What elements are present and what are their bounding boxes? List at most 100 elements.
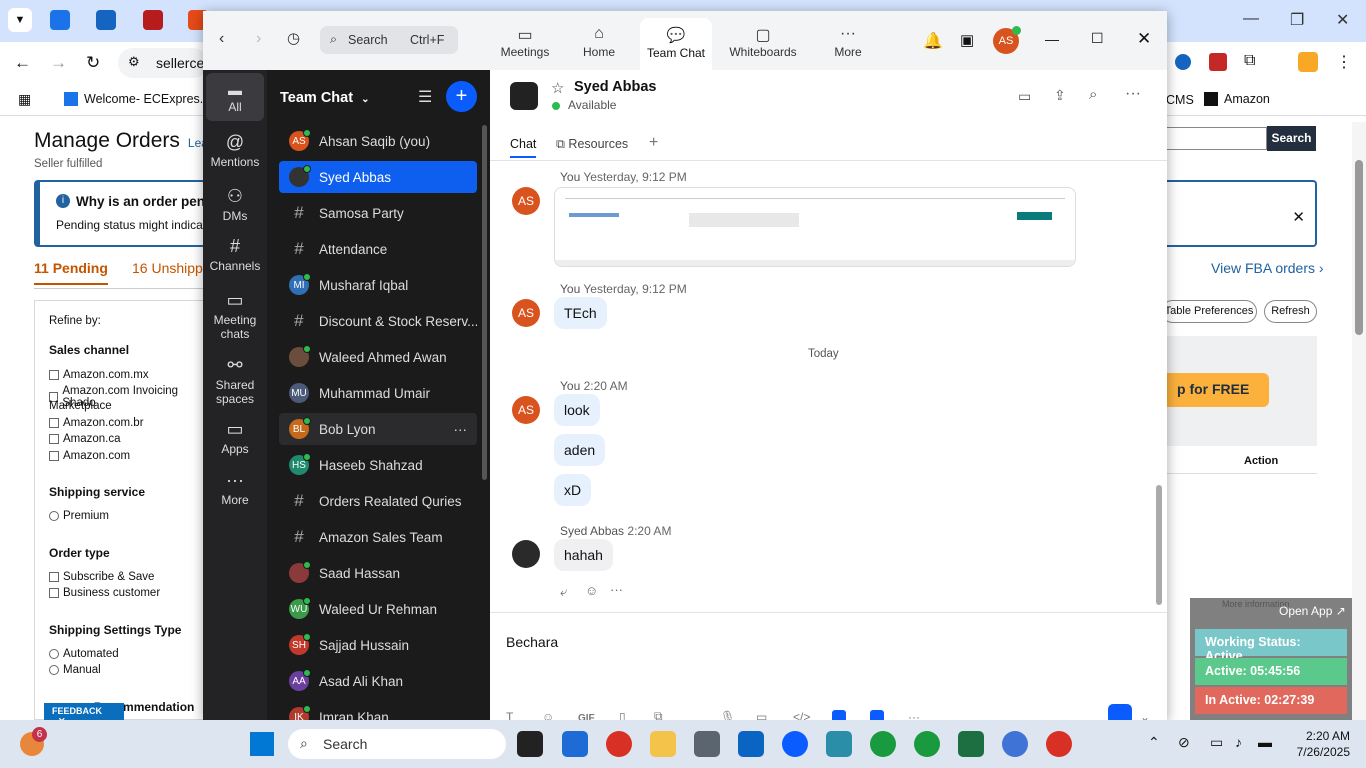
message-bubble[interactable]: look: [554, 394, 600, 426]
zoom-forward-icon[interactable]: ›: [256, 30, 261, 48]
video-call-icon[interactable]: ▭: [1018, 88, 1031, 105]
browser-menu-icon[interactable]: ⋮: [1336, 52, 1352, 72]
refresh-button[interactable]: Refresh: [1264, 300, 1317, 323]
compose-input[interactable]: Bechara: [506, 634, 1146, 650]
network-off-icon[interactable]: ⊘: [1178, 734, 1190, 751]
nav-dms[interactable]: ⚇ DMs: [205, 186, 265, 223]
page-scrollbar-thumb[interactable]: [1355, 160, 1363, 335]
address-bar[interactable]: ⚙ sellerce: [118, 48, 208, 78]
taskbar-search[interactable]: ⌕ Search: [288, 729, 506, 759]
ecexpress-tab-icon[interactable]: [50, 10, 70, 30]
tab-menu-button[interactable]: ▼: [8, 8, 32, 32]
bookmark-amazon[interactable]: Amazon: [1204, 92, 1270, 106]
premium-option[interactable]: Premium: [49, 510, 109, 522]
battery-icon[interactable]: ▬: [1258, 734, 1272, 750]
tab-more[interactable]: ··· More: [833, 25, 863, 59]
nav-mentions[interactable]: @ Mentions: [205, 132, 265, 169]
page-scrollbar[interactable]: [1352, 122, 1366, 720]
chat-list-item[interactable]: MU Muhammad Umair: [279, 377, 477, 409]
shared-screenshot-image[interactable]: [554, 187, 1076, 267]
message-bubble[interactable]: TEch: [554, 297, 607, 329]
new-chat-button[interactable]: +: [446, 81, 477, 112]
tab-team-chat[interactable]: 💬 Team Chat: [640, 18, 712, 70]
zoom-minimize-icon[interactable]: —: [1045, 31, 1059, 47]
store-icon[interactable]: [562, 731, 588, 757]
table-preferences-button[interactable]: Table Preferences: [1161, 300, 1257, 323]
manual-option[interactable]: Manual: [49, 664, 101, 676]
tab-chat[interactable]: Chat: [510, 137, 537, 158]
business-customer-option[interactable]: Business customer: [49, 587, 160, 599]
zoom-maximize-icon[interactable]: ☐: [1091, 30, 1104, 47]
chrome-profile-icon-1[interactable]: [870, 731, 896, 757]
tab-resources[interactable]: ⧉ Resources: [556, 137, 628, 152]
extension-icon-1[interactable]: [1175, 54, 1191, 70]
contact-name[interactable]: Syed Abbas: [574, 79, 656, 95]
nav-apps[interactable]: ▭ Apps: [205, 419, 265, 456]
nav-more[interactable]: ··· More: [205, 470, 265, 507]
checkbox[interactable]: [49, 572, 59, 582]
search-orders-button[interactable]: Search: [1267, 126, 1316, 151]
chat-list-item[interactable]: # Discount & Stock Reserv...: [279, 305, 477, 337]
extension-icon-2[interactable]: [1209, 53, 1227, 71]
checkbox[interactable]: [49, 370, 59, 380]
chat-list-item[interactable]: SH Sajjad Hussain: [279, 629, 477, 661]
excel-icon[interactable]: [958, 731, 984, 757]
reply-icon[interactable]: ⤶: [560, 584, 567, 600]
calendar-icon[interactable]: ▣: [960, 31, 974, 49]
message-more-icon[interactable]: ···: [610, 582, 623, 597]
extensions-puzzle-icon[interactable]: ⧉: [1244, 52, 1255, 70]
chat-list-item[interactable]: BL Bob Lyon ···: [279, 413, 477, 445]
bookmark-ecexpress[interactable]: Welcome- ECExpres...: [64, 92, 210, 106]
react-emoji-icon[interactable]: ☺: [585, 583, 598, 598]
nav-shared-spaces[interactable]: ⚯ Shared spaces: [205, 355, 265, 406]
outlook-icon[interactable]: [738, 731, 764, 757]
chrome-profile-icon-4[interactable]: [1046, 731, 1072, 757]
zoom-close-icon[interactable]: ✕: [1137, 29, 1151, 49]
apps-grid-icon[interactable]: ▦: [18, 91, 31, 108]
chat-search-icon[interactable]: ⌕: [1089, 86, 1097, 103]
clock[interactable]: 2:20 AM 7/26/2025: [1292, 728, 1350, 760]
chrome-profile-icon-2[interactable]: [914, 731, 940, 757]
chat-more-icon[interactable]: ···: [1125, 85, 1141, 103]
chat-list-item[interactable]: AA Asad Ali Khan: [279, 665, 477, 697]
message-bubble[interactable]: aden: [554, 434, 606, 466]
file-explorer-icon[interactable]: [650, 731, 676, 757]
open-app-link[interactable]: Open App ↗: [1279, 604, 1346, 618]
filter-icon[interactable]: ☰: [418, 87, 432, 107]
chat-list-item[interactable]: HS Haseeb Shahzad: [279, 449, 477, 481]
list-scrollbar-thumb[interactable]: [482, 125, 487, 480]
channel-com[interactable]: Amazon.com: [49, 450, 130, 462]
chat-list-item[interactable]: WU Waleed Ur Rehman: [279, 593, 477, 625]
tab-meetings[interactable]: ▭ Meetings: [499, 25, 551, 59]
channel-br[interactable]: Amazon.com.br: [49, 417, 144, 429]
tab-icon-3[interactable]: [143, 10, 163, 30]
chat-list-item[interactable]: # Samosa Party: [279, 197, 477, 229]
message-bubble[interactable]: xD: [554, 474, 592, 506]
app-icon[interactable]: [826, 731, 852, 757]
chat-list-item[interactable]: # Attendance: [279, 233, 477, 265]
channel-ca[interactable]: Amazon.ca: [49, 433, 121, 445]
minimize-icon[interactable]: —: [1243, 10, 1259, 28]
bookmark-cms[interactable]: CMS: [1166, 93, 1194, 107]
order-search-input[interactable]: [1167, 127, 1267, 150]
close-icon[interactable]: ✕: [1336, 10, 1349, 30]
item-more-icon[interactable]: ···: [454, 422, 468, 437]
zoom-app-icon[interactable]: [782, 731, 808, 757]
subscribe-save-option[interactable]: Subscribe & Save: [49, 571, 154, 583]
message-bubble[interactable]: hahah: [554, 539, 613, 571]
add-tab-icon[interactable]: +: [649, 134, 658, 152]
reload-icon[interactable]: ↻: [86, 53, 100, 73]
promo-button[interactable]: p for FREE: [1167, 373, 1269, 407]
chat-list-item[interactable]: # Orders Realated Quries: [279, 485, 477, 517]
chat-list-item[interactable]: # Amazon Sales Team: [279, 521, 477, 553]
zoom-search-box[interactable]: ⌕ Search Ctrl+F: [320, 26, 458, 54]
radio[interactable]: [49, 665, 59, 675]
chat-list-item[interactable]: AS Ahsan Saqib (you): [279, 125, 477, 157]
nav-channels[interactable]: # Channels: [205, 236, 265, 273]
channel-mx[interactable]: Amazon.com.mx: [49, 369, 149, 381]
automated-option[interactable]: Automated: [49, 648, 119, 660]
notifications-bell-icon[interactable]: 🔔: [923, 31, 943, 51]
volume-icon[interactable]: ♪: [1235, 734, 1242, 750]
forward-icon[interactable]: →: [50, 53, 67, 73]
chat-list-title[interactable]: Team Chat ⌄: [280, 90, 369, 106]
